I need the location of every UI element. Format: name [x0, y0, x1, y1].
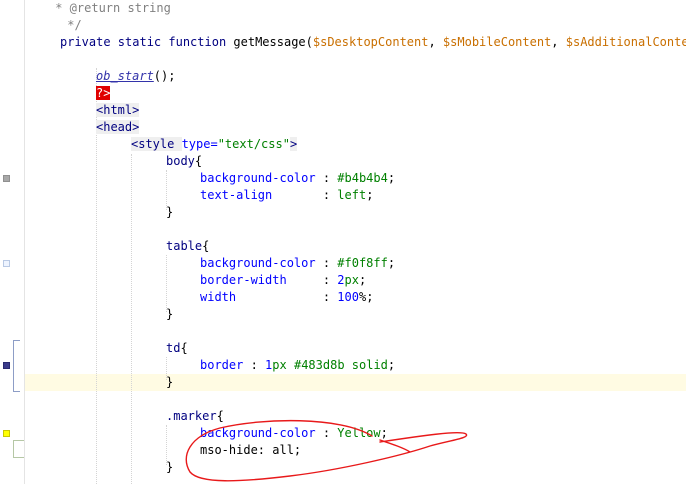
code-token: { — [216, 409, 224, 423]
code-token: border-width — [200, 273, 287, 287]
code-token: : — [236, 290, 338, 304]
code-line[interactable]: } — [166, 374, 173, 391]
code-token: * @return string — [48, 1, 171, 15]
code-token: %; — [358, 290, 374, 304]
code-line[interactable]: mso-hide: all; — [200, 442, 301, 459]
code-token: 2 — [337, 273, 345, 287]
code-token: #f0f8ff — [337, 256, 388, 270]
code-token: : — [315, 171, 338, 185]
code-token: background-color — [200, 171, 316, 185]
code-token: mso-hide: all; — [200, 443, 302, 457]
code-token: text-align — [200, 188, 273, 202]
code-token: : — [315, 426, 338, 440]
code-token: } — [166, 307, 174, 321]
code-line[interactable]: border-width : 2px; — [200, 272, 366, 289]
code-token: border — [200, 358, 244, 372]
gutter-marker-info[interactable] — [3, 260, 10, 267]
code-line[interactable]: text-align : left; — [200, 187, 373, 204]
code-token: } — [166, 375, 174, 389]
code-line[interactable]: border : 1px #483d8b solid; — [200, 357, 395, 374]
code-token: .marker — [166, 409, 217, 423]
code-token: background-color — [200, 426, 316, 440]
code-token: ; — [358, 273, 367, 287]
code-token: : — [286, 273, 338, 287]
indent-guide — [131, 154, 132, 484]
code-line[interactable]: body{ — [166, 153, 202, 170]
code-token: type= — [181, 137, 218, 151]
code-token: : — [272, 188, 338, 202]
code-line[interactable]: background-color : Yellow; — [200, 425, 388, 442]
code-line[interactable]: */ — [60, 17, 82, 34]
indent-guide — [166, 255, 167, 312]
code-token: : — [243, 358, 266, 372]
scope-bracket — [13, 340, 20, 392]
code-line[interactable]: .marker{ — [166, 408, 224, 425]
code-token: <style — [131, 137, 182, 151]
code-line[interactable]: ob_start(); — [96, 68, 175, 85]
code-token: left — [337, 188, 367, 202]
code-token: getMessage( — [233, 35, 313, 49]
code-line[interactable]: background-color : #f0f8ff; — [200, 255, 395, 272]
code-line[interactable]: private static function getMessage($sDes… — [60, 34, 686, 51]
code-line[interactable]: } — [166, 459, 173, 476]
code-token: $sMobileContent — [442, 35, 552, 49]
code-line[interactable]: ?> — [96, 85, 111, 102]
code-token: > — [289, 137, 298, 151]
code-token: private static function — [60, 35, 234, 49]
code-line[interactable]: <style type="text/css"> — [131, 136, 298, 153]
code-line[interactable]: width : 100%; — [200, 289, 373, 306]
code-line[interactable]: background-color : #b4b4b4; — [200, 170, 395, 187]
code-line[interactable]: table{ — [166, 238, 209, 255]
code-token: <head> — [96, 120, 140, 134]
code-token: , — [428, 35, 443, 49]
code-token: $sDesktopContent — [312, 35, 429, 49]
code-token: body — [166, 154, 195, 168]
code-token: ; — [380, 426, 388, 440]
gutter-marker-warning[interactable] — [3, 430, 10, 437]
code-token: ?> — [96, 86, 111, 100]
code-line[interactable]: } — [166, 204, 173, 221]
code-token: #b4b4b4 — [337, 171, 388, 185]
code-token: { — [180, 341, 188, 355]
code-token: ; — [387, 256, 396, 270]
code-token: Yellow — [337, 426, 381, 440]
code-token: "text/css" — [217, 137, 290, 151]
code-line[interactable]: * @return string — [48, 0, 171, 17]
code-token: ; — [366, 188, 374, 202]
code-token: } — [166, 460, 174, 474]
current-line-highlight — [25, 374, 686, 391]
code-line[interactable]: <html> — [96, 102, 140, 119]
code-token: : — [315, 256, 338, 270]
change-bracket — [13, 440, 24, 458]
code-token: } — [166, 205, 174, 219]
code-line[interactable]: <head> — [96, 119, 140, 136]
code-token: ob_start — [96, 69, 154, 83]
code-token: width — [200, 290, 237, 304]
code-token: td — [166, 341, 181, 355]
code-line[interactable]: } — [166, 306, 173, 323]
code-token: $sAdditionalContent — [565, 35, 686, 49]
editor-gutter — [0, 0, 25, 484]
code-token: <html> — [96, 103, 140, 117]
code-token: (); — [153, 69, 176, 83]
code-token: #483d8b solid — [293, 358, 388, 372]
code-token: 100 — [337, 290, 359, 304]
code-token: */ — [60, 18, 82, 32]
code-token: table — [166, 239, 203, 253]
gutter-marker-breakpoint[interactable] — [3, 362, 10, 369]
code-token: px — [344, 273, 359, 287]
code-token: , — [551, 35, 566, 49]
code-token: { — [202, 239, 210, 253]
code-token: background-color — [200, 256, 316, 270]
code-token: px — [272, 358, 294, 372]
code-line[interactable]: td{ — [166, 340, 188, 357]
code-token: ; — [387, 171, 396, 185]
gutter-marker-grey[interactable] — [3, 175, 10, 182]
code-token: ; — [387, 358, 396, 372]
code-token: { — [194, 154, 203, 168]
